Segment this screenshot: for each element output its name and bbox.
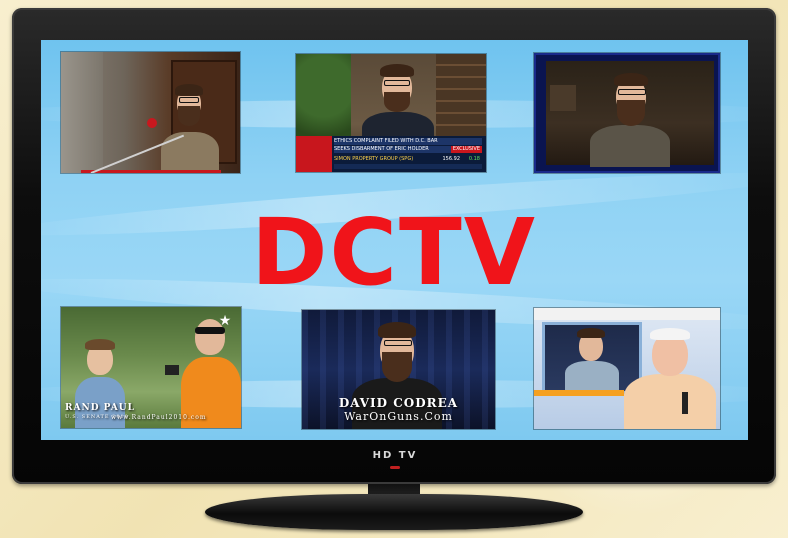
ticker-price: 156.92	[442, 156, 461, 162]
thumbnail-rand-paul-interview[interactable]: ★ RAND PAUL U.S. SENATE 2010 www.RandPau…	[61, 307, 241, 428]
caption-url: www.RandPaul2010.com	[111, 414, 207, 421]
orange-stripe	[534, 390, 624, 396]
network-logo-icon	[296, 136, 332, 172]
exclusive-badge: EXCLUSIVE	[450, 146, 482, 153]
guest-hair	[614, 73, 648, 86]
host-hair	[650, 328, 690, 340]
inset-guest-hair	[577, 328, 605, 338]
speaker-suit	[161, 132, 219, 173]
ticker-change: 0.18	[468, 156, 480, 162]
star-logo-icon: ★	[218, 313, 232, 329]
thumbnail-talk-show-split[interactable]	[534, 308, 720, 429]
guest-glasses	[618, 89, 646, 95]
thumbnail-podium-speech[interactable]	[61, 52, 240, 173]
thumbnail-webcam-interview[interactable]	[534, 53, 720, 173]
thumbnail-david-codrea[interactable]: DAVID CODREA WarOnGuns.Com	[302, 310, 495, 429]
podium-banner	[81, 170, 221, 173]
caption-site: WarOnGuns.Com	[344, 410, 453, 423]
top-banner	[534, 308, 720, 320]
page-title: DCTV	[251, 199, 537, 306]
inset-guest-shirt	[565, 361, 619, 391]
guest-beard	[617, 100, 645, 126]
guest-hair	[380, 64, 414, 77]
guest-suit	[590, 125, 670, 167]
microphone-icon	[682, 392, 688, 414]
guest-beard	[384, 92, 410, 112]
wall-logo	[550, 85, 576, 111]
tv-stand	[205, 494, 583, 530]
ticker-stock: SIMON PROPERTY GROUP (SPG)	[334, 155, 436, 163]
news-ticker: ETHICS COMPLAINT FILED WITH D.C. BAR SEE…	[296, 136, 486, 172]
ticker-bottom-row	[334, 164, 482, 169]
microphone-head-icon	[147, 118, 157, 128]
plant	[296, 54, 351, 136]
power-led-icon	[390, 466, 400, 469]
host-jacket	[624, 374, 716, 429]
ticker-line-1: ETHICS COMPLAINT FILED WITH D.C. BAR	[334, 138, 482, 145]
host-hair	[378, 322, 416, 338]
speaker-hair	[175, 84, 203, 96]
host-beard	[382, 352, 412, 382]
inset-video-frame	[542, 322, 642, 394]
tv-brand-label: HD TV	[372, 450, 418, 461]
speaker-beard	[178, 106, 200, 126]
guest-glasses	[384, 80, 410, 86]
candidate-hair	[85, 339, 115, 350]
host-glasses	[384, 340, 412, 346]
caption-name: RAND PAUL	[65, 403, 135, 413]
pillar	[61, 52, 103, 173]
thumbnail-news-interview[interactable]: ETHICS COMPLAINT FILED WITH D.C. BAR SEE…	[296, 54, 486, 172]
microphone-icon	[165, 365, 179, 375]
bookshelf	[436, 54, 486, 136]
caption-name: DAVID CODREA	[338, 396, 459, 410]
speaker-glasses	[179, 97, 199, 103]
